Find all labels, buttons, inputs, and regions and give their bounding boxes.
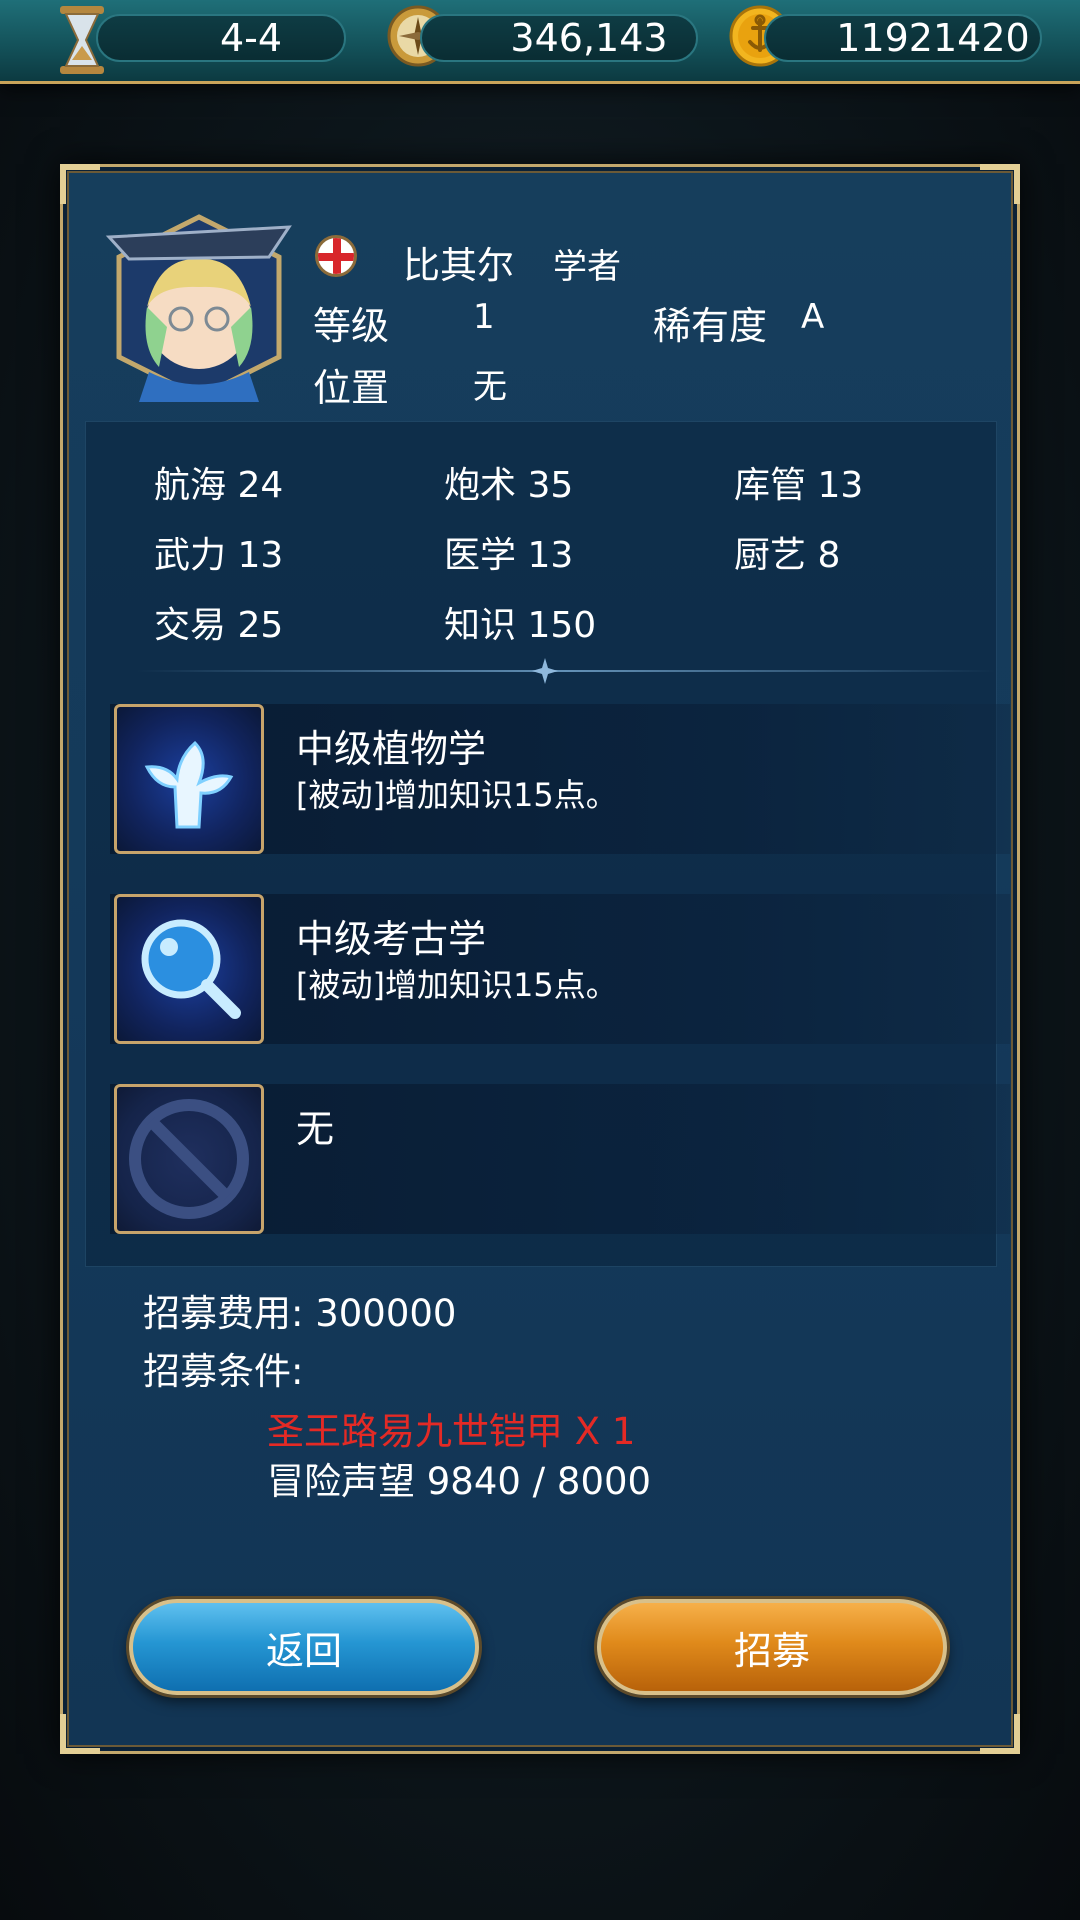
stats-panel: 航海 24 炮术 35 库管 13 武力 13 医学 13 厨艺 8 交易 25… [85,421,1010,1267]
stat-combat: 武力 13 [154,535,284,576]
stage-display: 4-4 [96,14,346,62]
compass-display: 346,143 [420,14,698,62]
character-name: 比其尔 [403,244,514,287]
back-button[interactable]: 返回 [129,1599,479,1695]
fleur-ornament-icon [532,658,558,684]
resource-bar: 4-4 346,143 11921420 [0,0,1080,84]
stat-gunnery: 炮术 35 [444,465,574,506]
recruit-panel: 比其尔 学者 等级 1 稀有度 A 位置 无 航海 24 炮术 35 库管 13… [60,164,1020,1754]
stage-value: 4-4 [219,16,283,60]
skill-name: 中级考古学 [296,917,487,961]
skill-slot-3[interactable]: 无 [110,1084,1010,1234]
stat-medicine: 医学 13 [444,535,574,576]
skill-description: [被动]增加知识15点。 [296,966,618,1004]
skill-icon-frame [114,1084,264,1234]
level-label: 等级 [313,304,390,348]
rarity-label: 稀有度 [653,304,768,348]
frame-corner [980,164,1020,204]
recruit-cost: 招募费用: 300000 [143,1292,457,1335]
frame-corner [60,1714,100,1754]
stat-trade: 交易 25 [154,605,284,646]
skill-icon-frame [114,704,264,854]
stat-navigation: 航海 24 [154,465,284,506]
position-label: 位置 [313,366,390,410]
frame-corner [980,1714,1020,1754]
gold-value: 11921420 [836,16,1030,60]
plant-icon [144,740,234,829]
character-class: 学者 [553,247,621,287]
compass-value: 346,143 [510,16,668,60]
stat-storage: 库管 13 [734,465,864,506]
magnifier-icon [141,919,241,1019]
england-flag-icon [315,235,357,277]
rarity-value: A [801,297,825,337]
position-value: 无 [473,367,507,407]
character-portrait [105,214,292,402]
skill-name: 中级植物学 [296,727,487,771]
recruit-button[interactable]: 招募 [597,1599,947,1695]
skill-slot-2[interactable]: 中级考古学 [被动]增加知识15点。 [110,894,1010,1044]
divider [136,670,996,672]
stat-knowledge: 知识 150 [444,605,597,646]
none-icon [129,1099,249,1219]
skill-name: 无 [296,1107,335,1151]
stat-cooking: 厨艺 8 [734,535,841,576]
gold-display: 11921420 [764,14,1042,62]
skill-slot-1[interactable]: 中级植物学 [被动]增加知识15点。 [110,704,1010,854]
recruit-condition-label: 招募条件: [143,1350,304,1393]
level-value: 1 [473,297,495,337]
required-item: 圣王路易九世铠甲 X 1 [267,1410,636,1453]
skill-icon-frame [114,894,264,1044]
required-fame: 冒险声望 9840 / 8000 [267,1460,652,1503]
skill-description: [被动]增加知识15点。 [296,776,618,814]
